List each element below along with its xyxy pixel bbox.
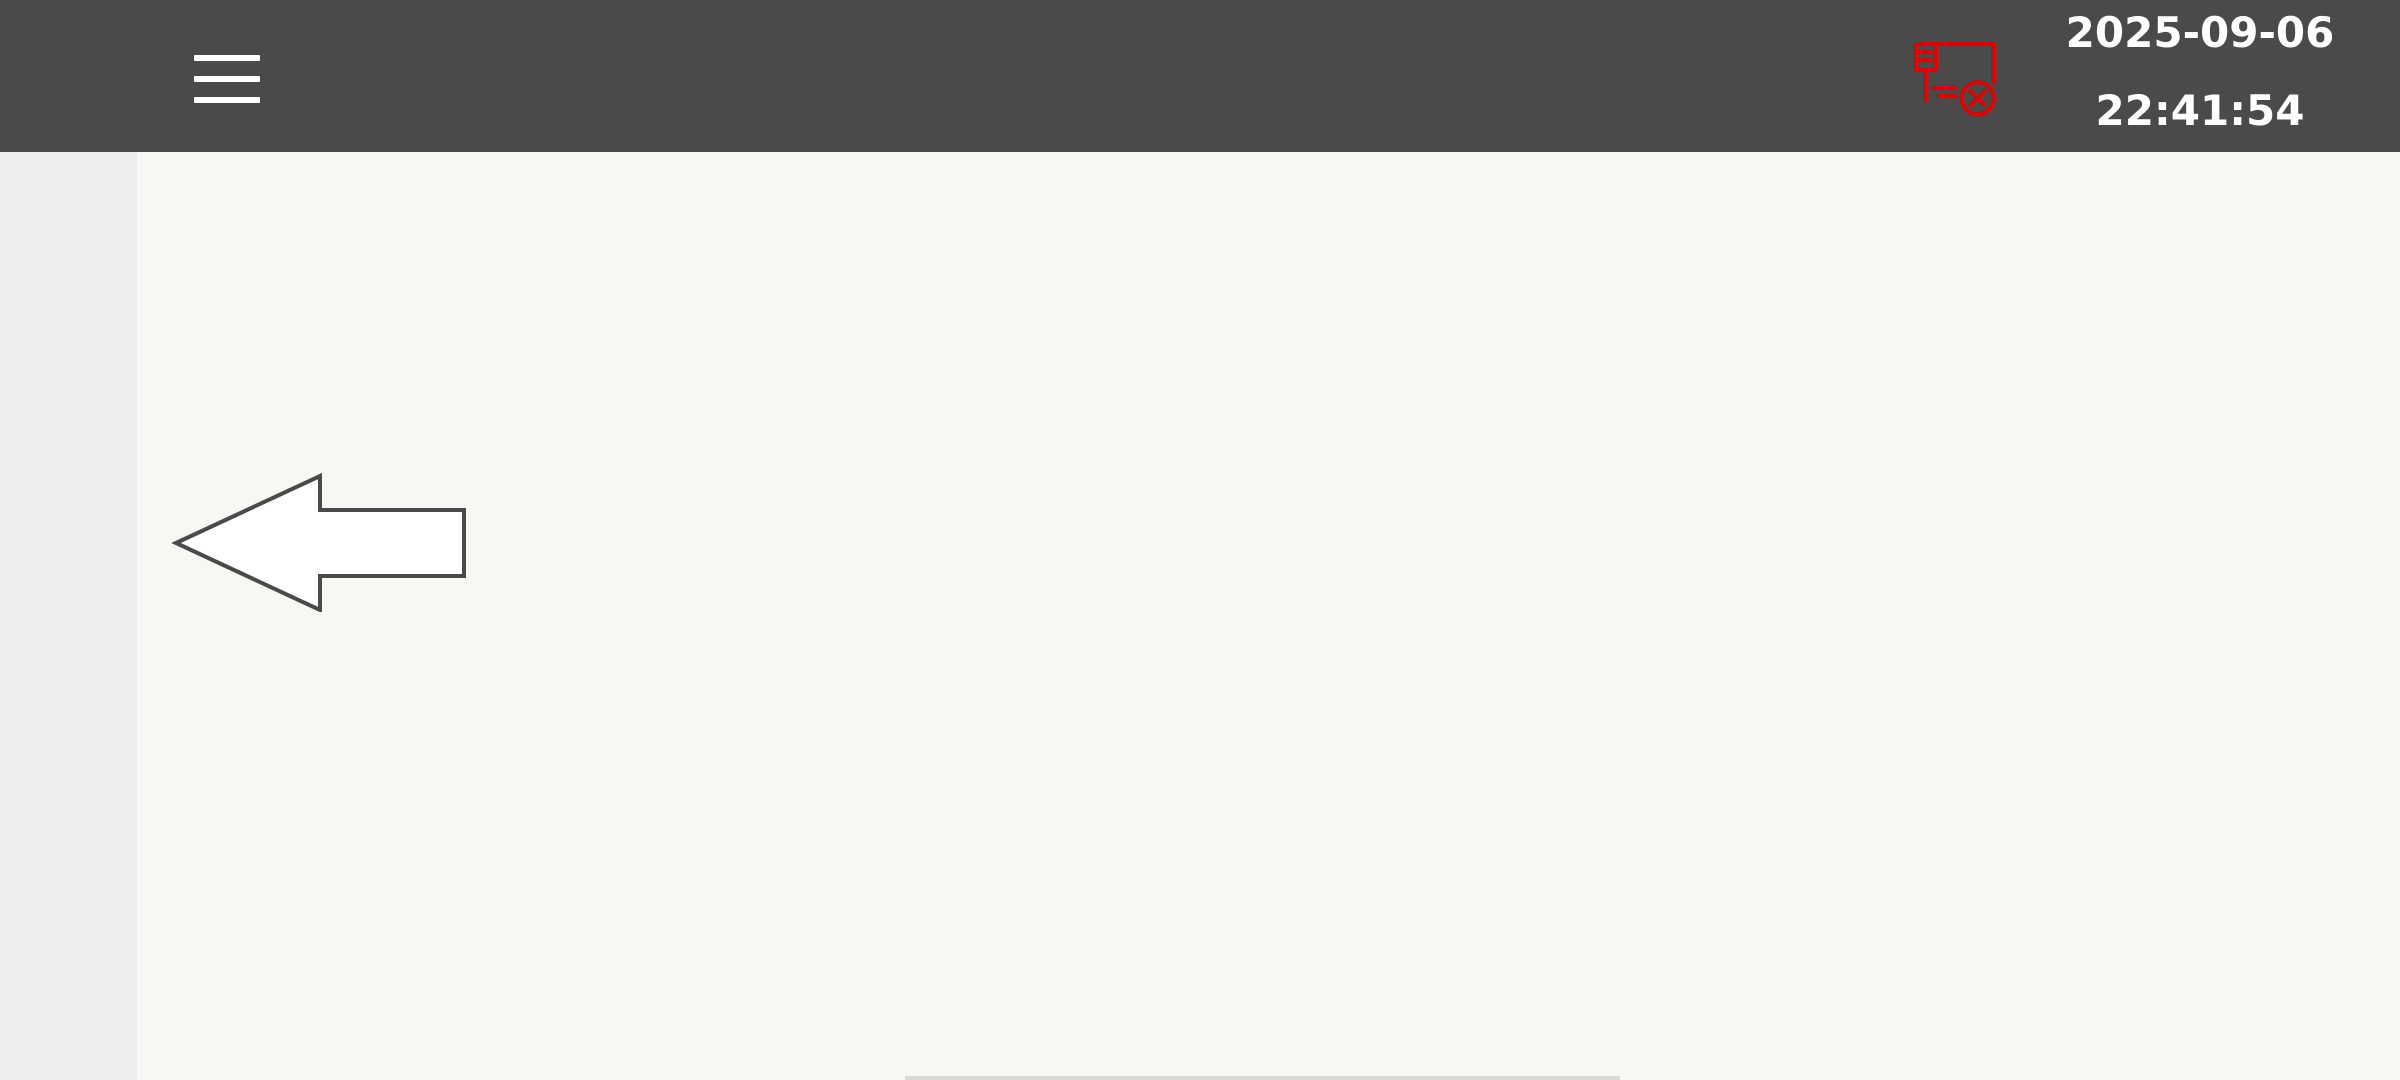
time-label: 22:41:54 <box>2095 86 2305 135</box>
main-content-area <box>137 152 2400 1080</box>
hamburger-menu-icon[interactable] <box>186 52 266 108</box>
date-time-display: 2025-09-06 22:41:54 <box>2040 0 2360 152</box>
date-label: 2025-09-06 <box>2065 8 2335 57</box>
menu-bar-line <box>194 55 260 61</box>
bottom-edge-indicator <box>905 1076 1620 1080</box>
menu-bar-line <box>194 76 260 82</box>
left-side-strip <box>0 152 137 1080</box>
menu-bar-line <box>194 97 260 103</box>
disconnected-plug-icon[interactable] <box>1905 36 2001 122</box>
top-bar: 2025-09-06 22:41:54 <box>0 0 2400 152</box>
left-arrow-icon[interactable] <box>170 470 470 612</box>
